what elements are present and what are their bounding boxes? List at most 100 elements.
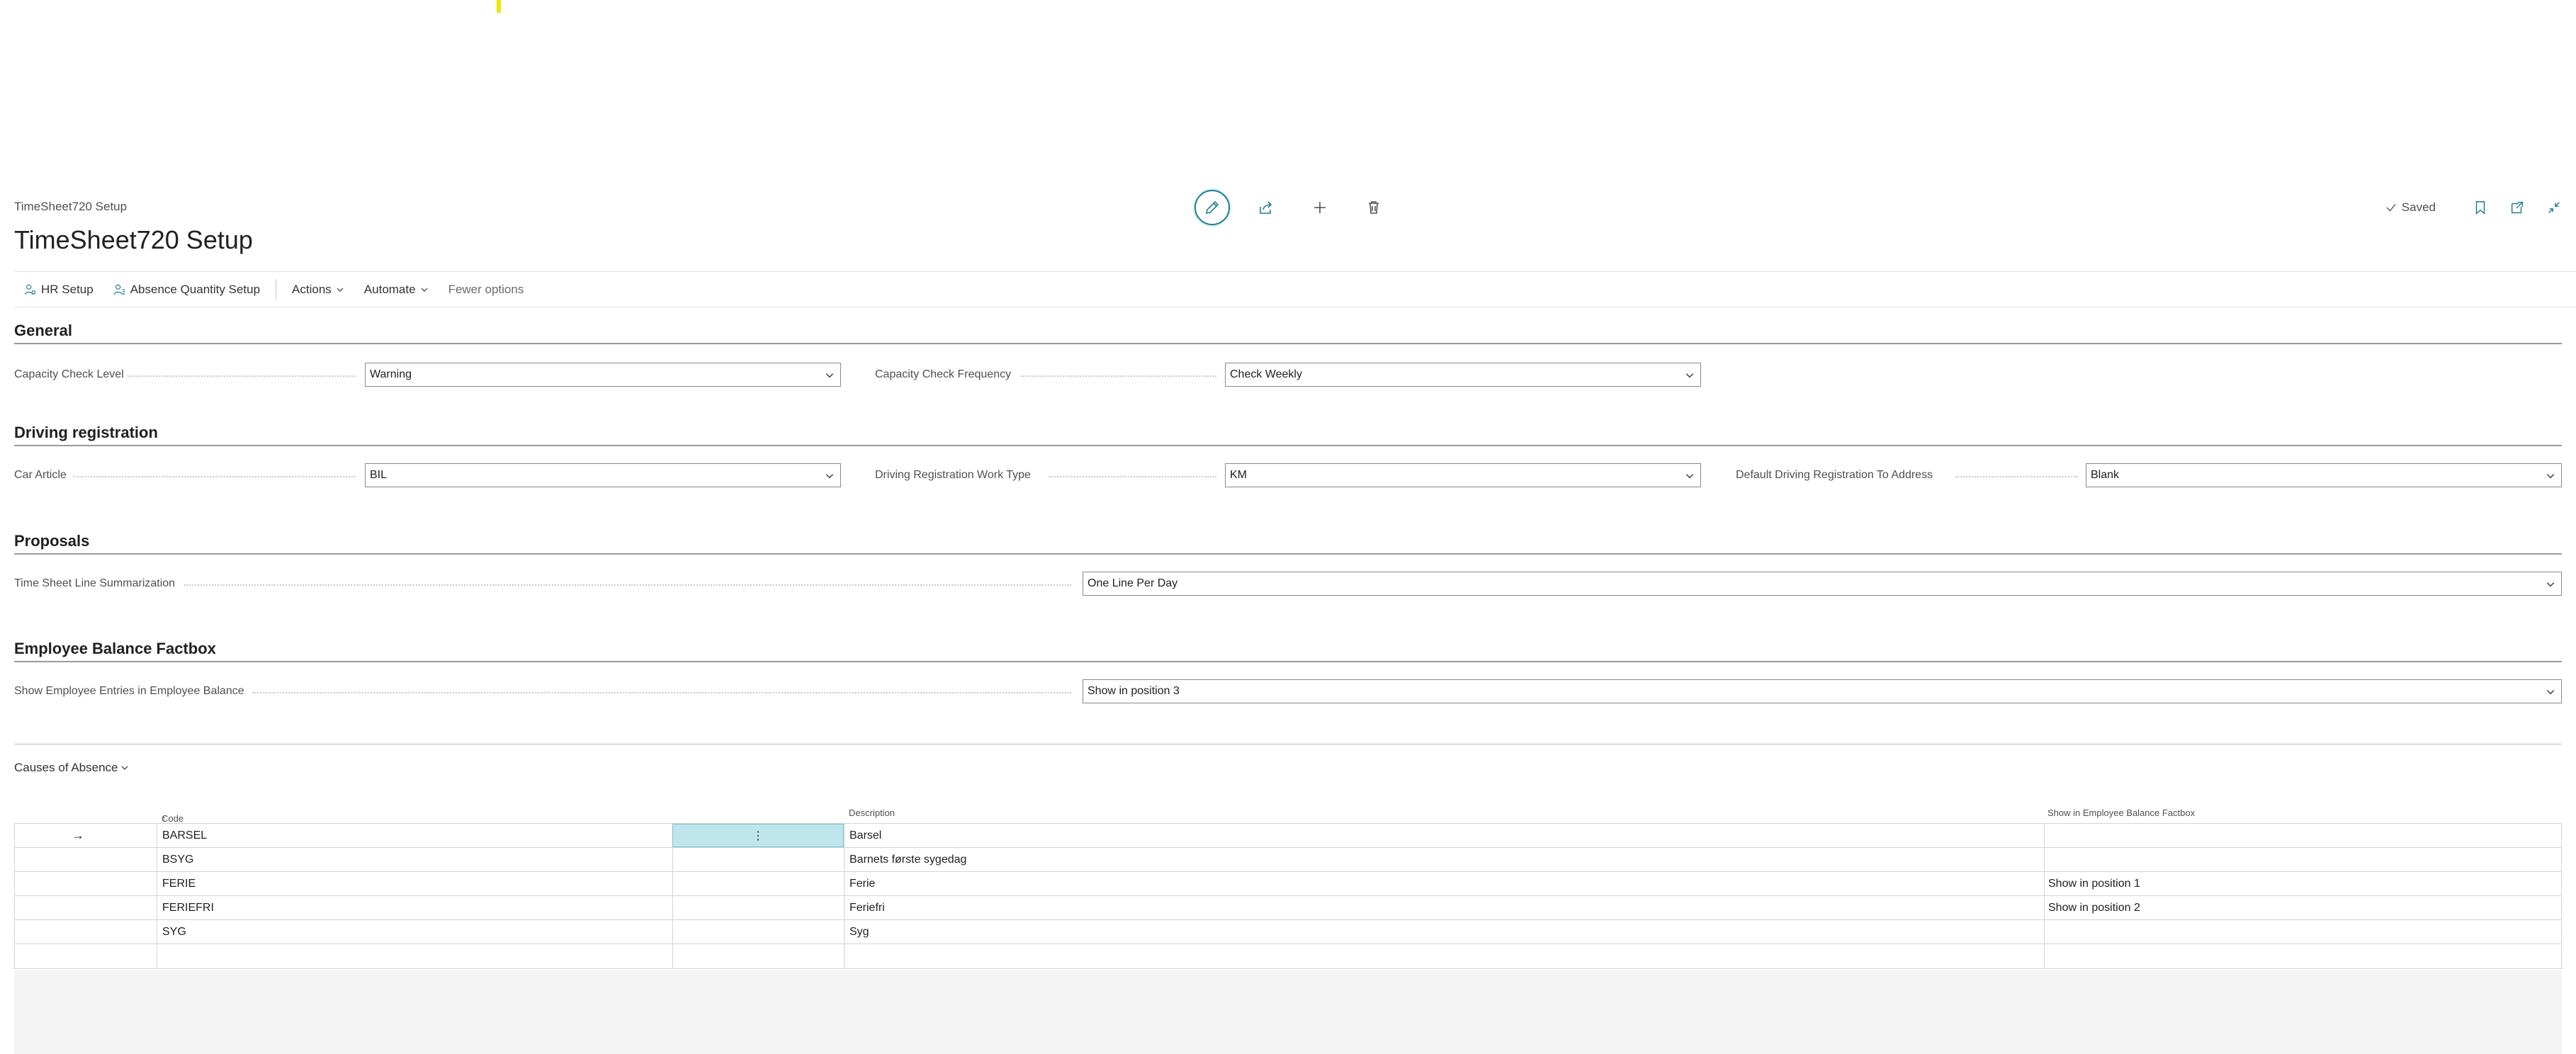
time-sheet-line-summarization-label: Time Sheet Line Summarization (14, 572, 1077, 596)
grid-empty-area (14, 970, 2562, 1054)
table-row[interactable]: BSYG Barnets første sygedag (15, 848, 2561, 872)
hr-setup-label: HR Setup (41, 283, 94, 296)
car-article-field: Car Article (14, 463, 361, 487)
show-in-factbox-column-header[interactable]: Show in Employee Balance Factbox (2047, 808, 2195, 818)
delete-button[interactable] (1356, 190, 1391, 225)
chevron-down-icon (421, 288, 428, 292)
absence-quantity-icon (113, 284, 125, 295)
row-menu-button[interactable]: ⋮ (672, 824, 844, 847)
section-underline (14, 445, 2562, 446)
current-row-arrow-icon: → (72, 828, 84, 842)
chevron-down-icon (121, 766, 128, 770)
time-sheet-line-summarization-select[interactable]: One Line Per Day (1083, 572, 2562, 596)
show-employee-entries-field: Show Employee Entries in Employee Balanc… (14, 679, 1077, 703)
open-in-new-window-icon[interactable] (2509, 200, 2525, 215)
absence-quantity-setup-action[interactable]: Absence Quantity Setup (103, 278, 270, 302)
description-cell[interactable]: Syg (849, 920, 2033, 944)
fewer-options-button[interactable]: Fewer options (439, 278, 534, 302)
driving-registration-work-type-label: Driving Registration Work Type (875, 463, 1222, 487)
automate-menu[interactable]: Automate (354, 278, 439, 302)
default-driving-registration-address-field: Default Driving Registration To Address (1736, 463, 2083, 487)
plus-icon (1314, 202, 1326, 213)
description-cell[interactable]: Ferie (849, 872, 2033, 895)
general-section: General (14, 319, 2562, 344)
new-entry-row[interactable] (15, 944, 2561, 968)
driving-registration-work-type-select[interactable]: KM (1225, 463, 1701, 487)
capacity-check-level-label: Capacity Check Level (14, 363, 361, 387)
chevron-down-icon (825, 373, 834, 378)
new-button[interactable] (1302, 190, 1338, 225)
code-cell[interactable]: FERIEFRI (162, 896, 658, 919)
description-cell[interactable]: Feriefri (849, 896, 2033, 919)
driving-registration-section-title[interactable]: Driving registration (14, 421, 2562, 445)
show-in-factbox-cell[interactable]: Show in position 1 (2048, 872, 2558, 895)
hr-setup-icon (24, 284, 36, 295)
car-article-select[interactable]: BIL (365, 463, 841, 487)
car-article-label: Car Article (14, 463, 361, 487)
causes-of-absence-grid: Code ↑ Description Show in Employee Bala… (14, 802, 2562, 969)
driving-registration-section: Driving registration (14, 421, 2562, 446)
share-button[interactable] (1248, 190, 1284, 225)
edit-button[interactable] (1194, 190, 1230, 225)
sort-ascending-icon: ↑ (162, 813, 166, 824)
employee-balance-factbox-section-title[interactable]: Employee Balance Factbox (14, 637, 2562, 661)
capacity-check-frequency-select[interactable]: Check Weekly (1225, 363, 1701, 387)
breadcrumb: TimeSheet720 Setup (14, 200, 128, 213)
page-title: TimeSheet720 Setup (14, 225, 253, 254)
share-icon (1260, 201, 1272, 214)
chevron-down-icon (2546, 474, 2555, 479)
section-underline (14, 661, 2562, 662)
show-employee-entries-label: Show Employee Entries in Employee Balanc… (14, 679, 1077, 703)
capacity-check-frequency-label: Capacity Check Frequency (875, 363, 1222, 387)
description-cell[interactable]: Barsel (849, 824, 2033, 847)
causes-of-absence-title[interactable]: Causes of Absence (14, 761, 129, 775)
saved-status: Saved (2385, 200, 2436, 215)
automate-menu-label: Automate (363, 283, 416, 296)
fewer-options-label: Fewer options (448, 283, 524, 296)
pencil-icon (1205, 200, 1219, 215)
grid-body: → ⋮ BARSEL Barsel BSYG Barnets første sygedag… (14, 823, 2562, 969)
actions-menu-label: Actions (292, 283, 332, 296)
show-in-factbox-cell[interactable] (2048, 824, 2558, 847)
table-row[interactable]: FERIEFRI Feriefri Show in position 2 (15, 896, 2561, 920)
grid-header: Code ↑ Description Show in Employee Bala… (162, 808, 2196, 824)
header-divider (14, 271, 2576, 272)
chevron-down-icon (1685, 474, 1694, 479)
hr-setup-action[interactable]: HR Setup (14, 278, 103, 302)
saved-label: Saved (2401, 200, 2436, 214)
check-icon (2386, 204, 2396, 212)
show-in-factbox-cell[interactable]: Show in position 2 (2048, 896, 2558, 919)
code-cell[interactable]: BARSEL (162, 824, 658, 847)
record-toolbar (1194, 190, 1391, 225)
absence-quantity-setup-label: Absence Quantity Setup (130, 283, 261, 296)
code-cell[interactable]: SYG (162, 920, 658, 944)
table-row[interactable]: SYG Syg (15, 920, 2561, 944)
bookmark-icon[interactable] (2473, 200, 2488, 215)
show-employee-entries-select[interactable]: Show in position 3 (1083, 679, 2562, 703)
collapse-icon[interactable] (2546, 200, 2562, 215)
employee-balance-factbox-section: Employee Balance Factbox (14, 637, 2562, 662)
page-tools: Saved (2385, 197, 2562, 218)
actions-menu[interactable]: Actions (282, 278, 354, 302)
action-bar: HR Setup Absence Quantity Setup Actions … (14, 278, 533, 302)
description-cell[interactable]: Barnets første sygedag (849, 848, 2033, 871)
show-in-factbox-cell[interactable] (2048, 920, 2558, 944)
show-in-factbox-cell[interactable] (2048, 848, 2558, 871)
chevron-down-icon (2546, 582, 2555, 587)
table-row[interactable]: → ⋮ BARSEL Barsel (15, 824, 2561, 848)
default-driving-registration-address-select[interactable]: Blank (2086, 463, 2562, 487)
chevron-down-icon (1685, 373, 1694, 378)
capacity-check-level-field: Capacity Check Level (14, 363, 361, 387)
trash-icon (1369, 201, 1379, 214)
proposals-section-title[interactable]: Proposals (14, 529, 2562, 553)
description-column-header[interactable]: Description (849, 808, 895, 818)
capacity-check-frequency-field: Capacity Check Frequency (875, 363, 1222, 387)
section-underline (14, 553, 2562, 555)
driving-registration-work-type-field: Driving Registration Work Type (875, 463, 1222, 487)
capacity-check-level-select[interactable]: Warning (365, 363, 841, 387)
code-cell[interactable]: BSYG (162, 848, 658, 871)
environment-marker (497, 0, 501, 13)
general-section-title[interactable]: General (14, 319, 2562, 343)
code-cell[interactable]: FERIE (162, 872, 658, 895)
table-row[interactable]: FERIE Ferie Show in position 1 (15, 872, 2561, 896)
